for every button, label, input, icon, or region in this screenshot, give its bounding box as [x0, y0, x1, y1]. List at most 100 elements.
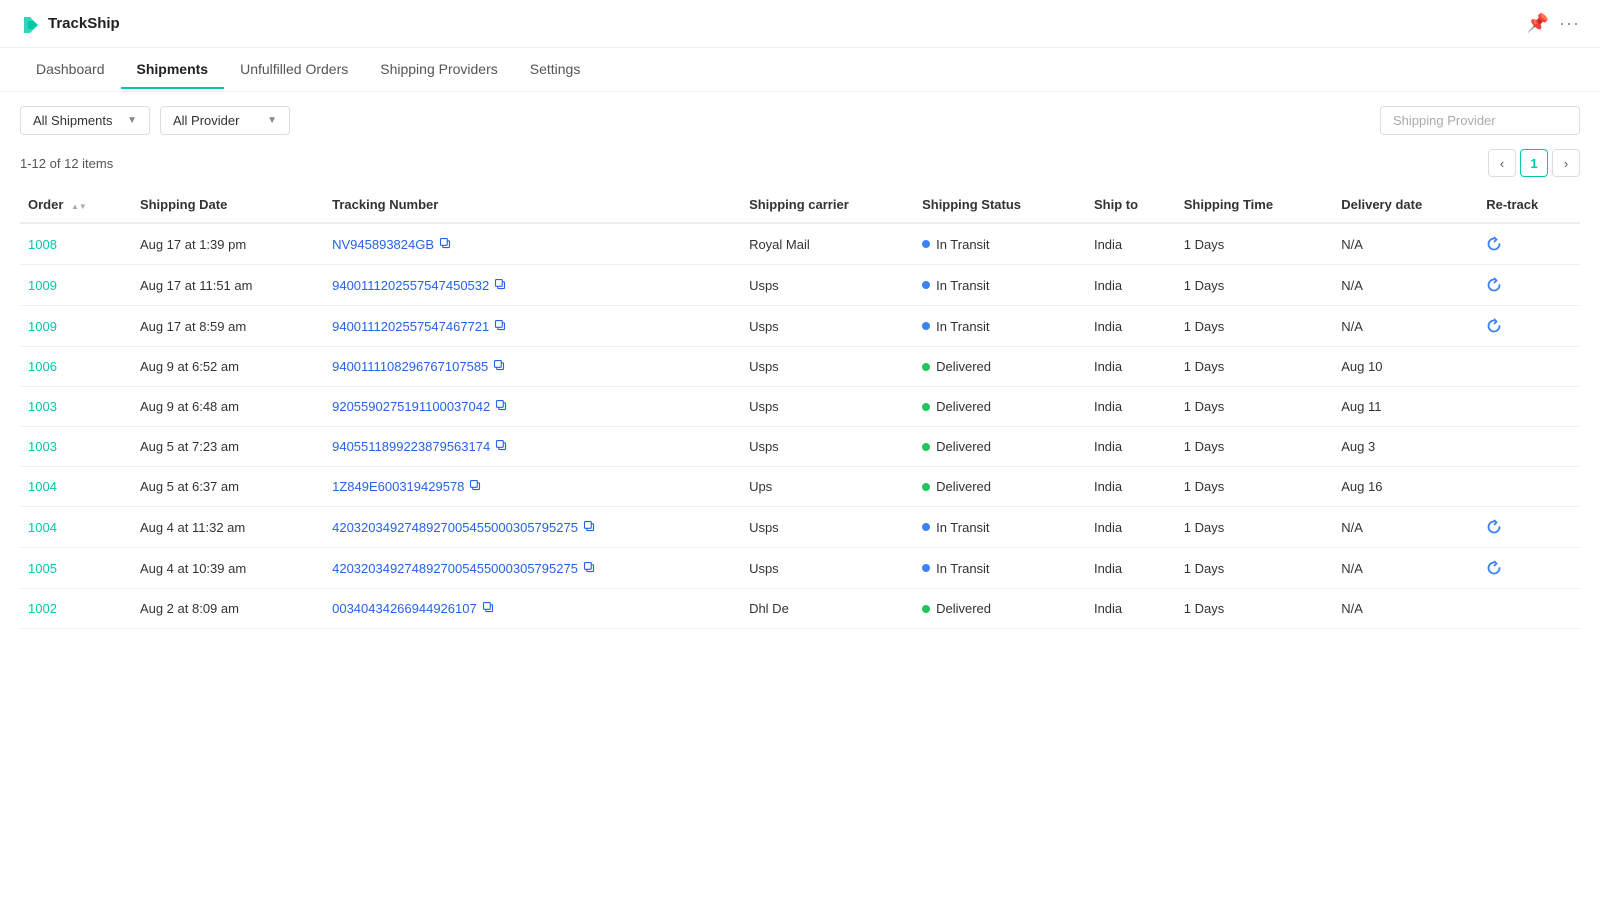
ship-to: India — [1086, 427, 1176, 467]
status-badge: In Transit — [922, 319, 1078, 334]
tracking-number-link[interactable]: 9400111202557547450532 — [332, 278, 489, 293]
status-badge: Delivered — [922, 399, 1078, 414]
status-text: In Transit — [936, 520, 989, 535]
more-options-icon[interactable]: ··· — [1559, 13, 1580, 34]
retrack-button[interactable] — [1486, 277, 1502, 293]
status-badge: Delivered — [922, 479, 1078, 494]
shipping-provider-search[interactable]: Shipping Provider — [1380, 106, 1580, 135]
tracking-number-link[interactable]: 00340434266944926107 — [332, 601, 477, 616]
shipping-date: Aug 4 at 10:39 am — [132, 548, 324, 589]
col-header-order[interactable]: Order ▲▼ — [20, 187, 132, 223]
ship-to: India — [1086, 223, 1176, 265]
nav-item-shipping-providers[interactable]: Shipping Providers — [364, 51, 514, 89]
copy-tracking-icon[interactable] — [469, 480, 481, 494]
copy-tracking-icon[interactable] — [495, 440, 507, 454]
order-link[interactable]: 1009 — [28, 278, 57, 293]
order-link[interactable]: 1006 — [28, 359, 57, 374]
copy-tracking-icon[interactable] — [493, 360, 505, 374]
status-dot — [922, 403, 930, 411]
status-badge: Delivered — [922, 359, 1078, 374]
nav-item-shipments[interactable]: Shipments — [121, 51, 225, 89]
retrack-button[interactable] — [1486, 519, 1502, 535]
copy-tracking-icon[interactable] — [439, 238, 451, 252]
tracking-number-link[interactable]: 9405511899223879563174 — [332, 439, 490, 454]
status-badge: In Transit — [922, 278, 1078, 293]
tracking-number-link[interactable]: 9205590275191100037042 — [332, 399, 490, 414]
next-page-button[interactable]: › — [1552, 149, 1580, 177]
shipping-date: Aug 17 at 8:59 am — [132, 306, 324, 347]
retrack-button[interactable] — [1486, 318, 1502, 334]
order-link[interactable]: 1009 — [28, 319, 57, 334]
table-row: 1009 Aug 17 at 11:51 am 940011120255754745… — [20, 265, 1580, 306]
order-link[interactable]: 1004 — [28, 520, 57, 535]
order-link[interactable]: 1005 — [28, 561, 57, 576]
copy-tracking-icon[interactable] — [583, 521, 595, 535]
table-row: 1003Aug 9 at 6:48 am92055902751911000370… — [20, 387, 1580, 427]
retrack-button[interactable] — [1486, 236, 1502, 252]
order-link[interactable]: 1002 — [28, 601, 57, 616]
copy-tracking-icon[interactable] — [482, 602, 494, 616]
tracking-number-link[interactable]: 1Z849E600319429578 — [332, 479, 464, 494]
shipping-carrier: Usps — [741, 306, 914, 347]
shipment-filter-dropdown[interactable]: All Shipments ▼ — [20, 106, 150, 135]
order-link[interactable]: 1003 — [28, 439, 57, 454]
tracking-number-link[interactable]: 9400111202557547467721 — [332, 319, 489, 334]
retrack-button[interactable] — [1486, 560, 1502, 576]
app-name: TrackShip — [48, 15, 120, 32]
tracking-number-link[interactable]: 420320349274892700545500030579​5275 — [332, 561, 578, 576]
shipping-carrier: Usps — [741, 548, 914, 589]
delivery-date: N/A — [1333, 589, 1478, 629]
tracking-number-link[interactable]: 420320349274892700545500030579​5275 — [332, 520, 578, 535]
status-text: Delivered — [936, 601, 991, 616]
delivery-date: N/A — [1333, 223, 1478, 265]
shipping-carrier: Ups — [741, 467, 914, 507]
tracking-number-link[interactable]: 9400111108296767107585 — [332, 359, 488, 374]
delivery-date: N/A — [1333, 507, 1478, 548]
nav-item-settings[interactable]: Settings — [514, 51, 597, 89]
shipping-time: 1 Days — [1176, 589, 1334, 629]
current-page-button[interactable]: 1 — [1520, 149, 1548, 177]
shipping-carrier: Usps — [741, 265, 914, 306]
status-badge: In Transit — [922, 237, 1078, 252]
order-link[interactable]: 1004 — [28, 479, 57, 494]
nav-bar: Dashboard Shipments Unfulfilled Orders S… — [0, 48, 1600, 92]
pagination-controls: ‹ 1 › — [1488, 149, 1580, 177]
col-header-retrack: Re-track — [1478, 187, 1580, 223]
copy-tracking-icon[interactable] — [583, 562, 595, 576]
status-badge: In Transit — [922, 520, 1078, 535]
status-dot — [922, 240, 930, 248]
pin-icon[interactable]: 📌 — [1527, 13, 1549, 34]
table-body: 1008Aug 17 at 1:39 pmNV945893824GBRoyal … — [20, 223, 1580, 629]
status-text: In Transit — [936, 278, 989, 293]
table-row: 1008Aug 17 at 1:39 pmNV945893824GBRoyal … — [20, 223, 1580, 265]
status-text: In Transit — [936, 319, 989, 334]
delivery-date: Aug 16 — [1333, 467, 1478, 507]
ship-to: India — [1086, 265, 1176, 306]
shipping-date: Aug 9 at 6:52 am — [132, 347, 324, 387]
table-row: 1005 Aug 4 at 10:39 am 4203203492748927005… — [20, 548, 1580, 589]
table-row: 1002Aug 2 at 8:09 am00340434266944926107… — [20, 589, 1580, 629]
col-header-ship-to: Ship to — [1086, 187, 1176, 223]
order-link[interactable]: 1003 — [28, 399, 57, 414]
prev-page-button[interactable]: ‹ — [1488, 149, 1516, 177]
nav-item-dashboard[interactable]: Dashboard — [20, 51, 121, 89]
delivery-date: Aug 11 — [1333, 387, 1478, 427]
copy-tracking-icon[interactable] — [494, 320, 506, 334]
shipping-date: Aug 17 at 11:51 am — [132, 265, 324, 306]
col-header-shipping-time: Shipping Time — [1176, 187, 1334, 223]
trackship-logo-icon — [20, 13, 42, 35]
shipping-time: 1 Days — [1176, 507, 1334, 548]
status-dot — [922, 564, 930, 572]
filters-left: All Shipments ▼ All Provider ▼ — [20, 106, 290, 135]
copy-tracking-icon[interactable] — [495, 400, 507, 414]
order-link[interactable]: 1008 — [28, 237, 57, 252]
ship-to: India — [1086, 467, 1176, 507]
copy-tracking-icon[interactable] — [494, 279, 506, 293]
col-header-tracking-number: Tracking Number — [324, 187, 741, 223]
nav-item-unfulfilled-orders[interactable]: Unfulfilled Orders — [224, 51, 364, 89]
shipping-time: 1 Days — [1176, 306, 1334, 347]
provider-filter-dropdown[interactable]: All Provider ▼ — [160, 106, 290, 135]
delivery-date: Aug 10 — [1333, 347, 1478, 387]
tracking-number-link[interactable]: NV945893824GB — [332, 237, 434, 252]
col-header-shipping-date: Shipping Date — [132, 187, 324, 223]
